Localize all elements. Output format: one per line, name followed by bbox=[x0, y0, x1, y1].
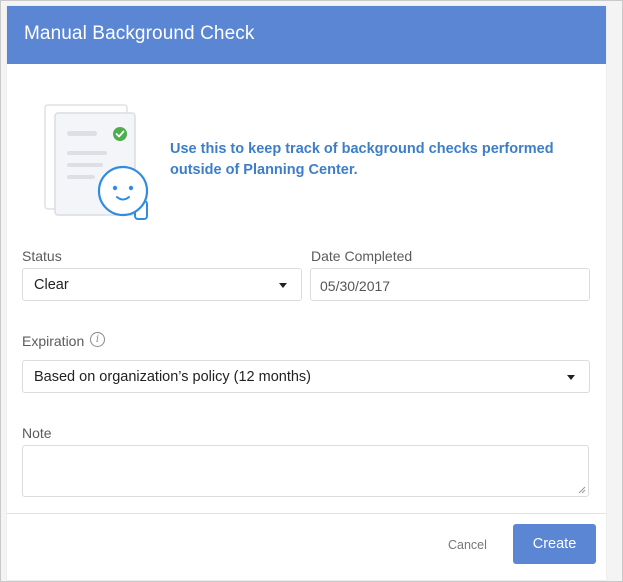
expiration-value: Based on organization’s policy (12 month… bbox=[34, 369, 312, 385]
chevron-down-icon bbox=[567, 375, 575, 380]
chevron-down-icon bbox=[279, 283, 287, 288]
date-completed-field[interactable]: 05/30/2017 bbox=[310, 268, 590, 301]
footer-divider bbox=[7, 513, 606, 514]
status-select[interactable]: Clear bbox=[22, 268, 302, 301]
cancel-button[interactable]: Cancel bbox=[448, 538, 487, 552]
resize-handle-icon[interactable] bbox=[578, 486, 586, 494]
expiration-select[interactable]: Based on organization’s policy (12 month… bbox=[22, 360, 590, 393]
note-textarea[interactable] bbox=[22, 445, 589, 497]
dialog-title: Manual Background Check bbox=[24, 23, 255, 44]
status-label: Status bbox=[22, 248, 62, 264]
status-value: Clear bbox=[34, 277, 69, 293]
info-icon[interactable]: i bbox=[90, 332, 105, 347]
dialog-header: Manual Background Check bbox=[7, 6, 606, 64]
date-completed-value: 05/30/2017 bbox=[320, 278, 391, 294]
date-completed-label: Date Completed bbox=[311, 248, 413, 264]
create-button[interactable]: Create bbox=[513, 524, 596, 564]
note-label: Note bbox=[22, 425, 52, 441]
expiration-label: Expiration bbox=[22, 333, 85, 349]
document-illustration-icon bbox=[44, 104, 149, 220]
check-badge-icon bbox=[113, 127, 127, 141]
intro-text: Use this to keep track of background che… bbox=[170, 141, 554, 178]
window-frame: Manual Background Check Use this to keep… bbox=[0, 0, 623, 582]
manual-background-check-dialog: Manual Background Check Use this to keep… bbox=[7, 6, 606, 580]
